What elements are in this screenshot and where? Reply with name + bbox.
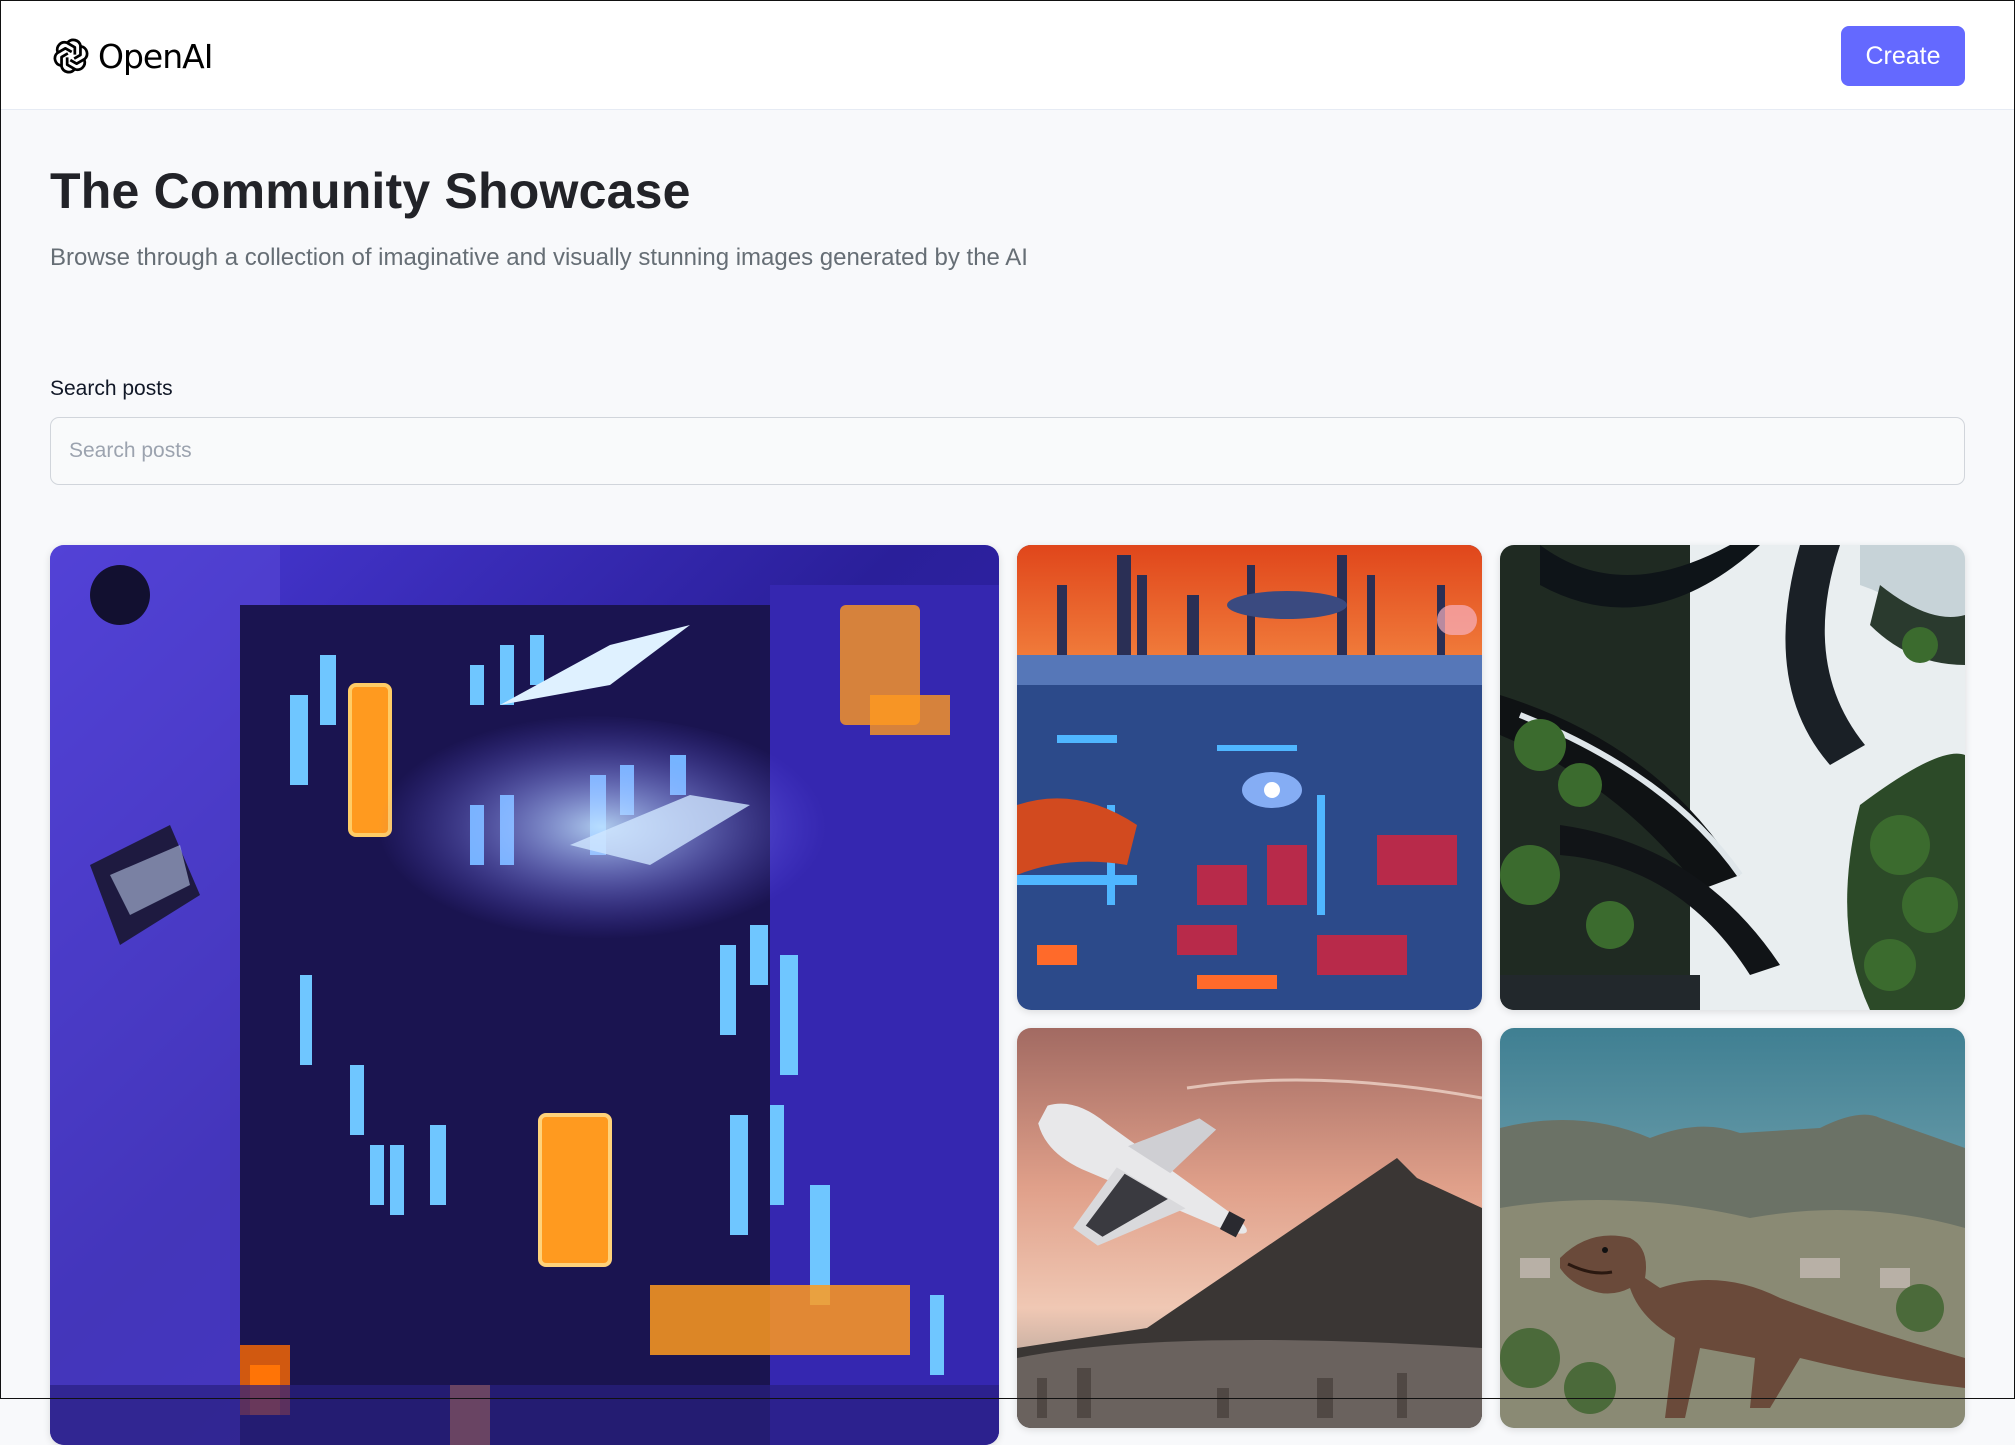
gallery-card[interactable]	[1500, 1028, 1965, 1428]
space-shuttle-image	[1017, 1028, 1482, 1428]
gallery-card[interactable]	[1017, 545, 1482, 1010]
page-title: The Community Showcase	[50, 163, 691, 219]
brand-name: OpenAI	[98, 36, 213, 76]
dinosaur-image	[1500, 1028, 1965, 1428]
green-towers-image	[1500, 545, 1965, 1010]
orange-sky-city-image	[1017, 545, 1482, 1010]
search-input[interactable]	[50, 417, 1965, 485]
neon-city-image	[50, 545, 999, 1445]
gallery-card[interactable]	[50, 545, 999, 1445]
top-navbar: OpenAI Create	[0, 0, 2015, 110]
openai-logo-link[interactable]: OpenAI	[50, 34, 213, 78]
openai-logo-icon	[53, 38, 89, 74]
page-subtitle: Browse through a collection of imaginati…	[50, 244, 1028, 271]
create-button[interactable]: Create	[1841, 26, 1965, 86]
gallery-card[interactable]	[1017, 1028, 1482, 1428]
gallery-card[interactable]	[1500, 545, 1965, 1010]
search-label: Search posts	[50, 377, 173, 400]
